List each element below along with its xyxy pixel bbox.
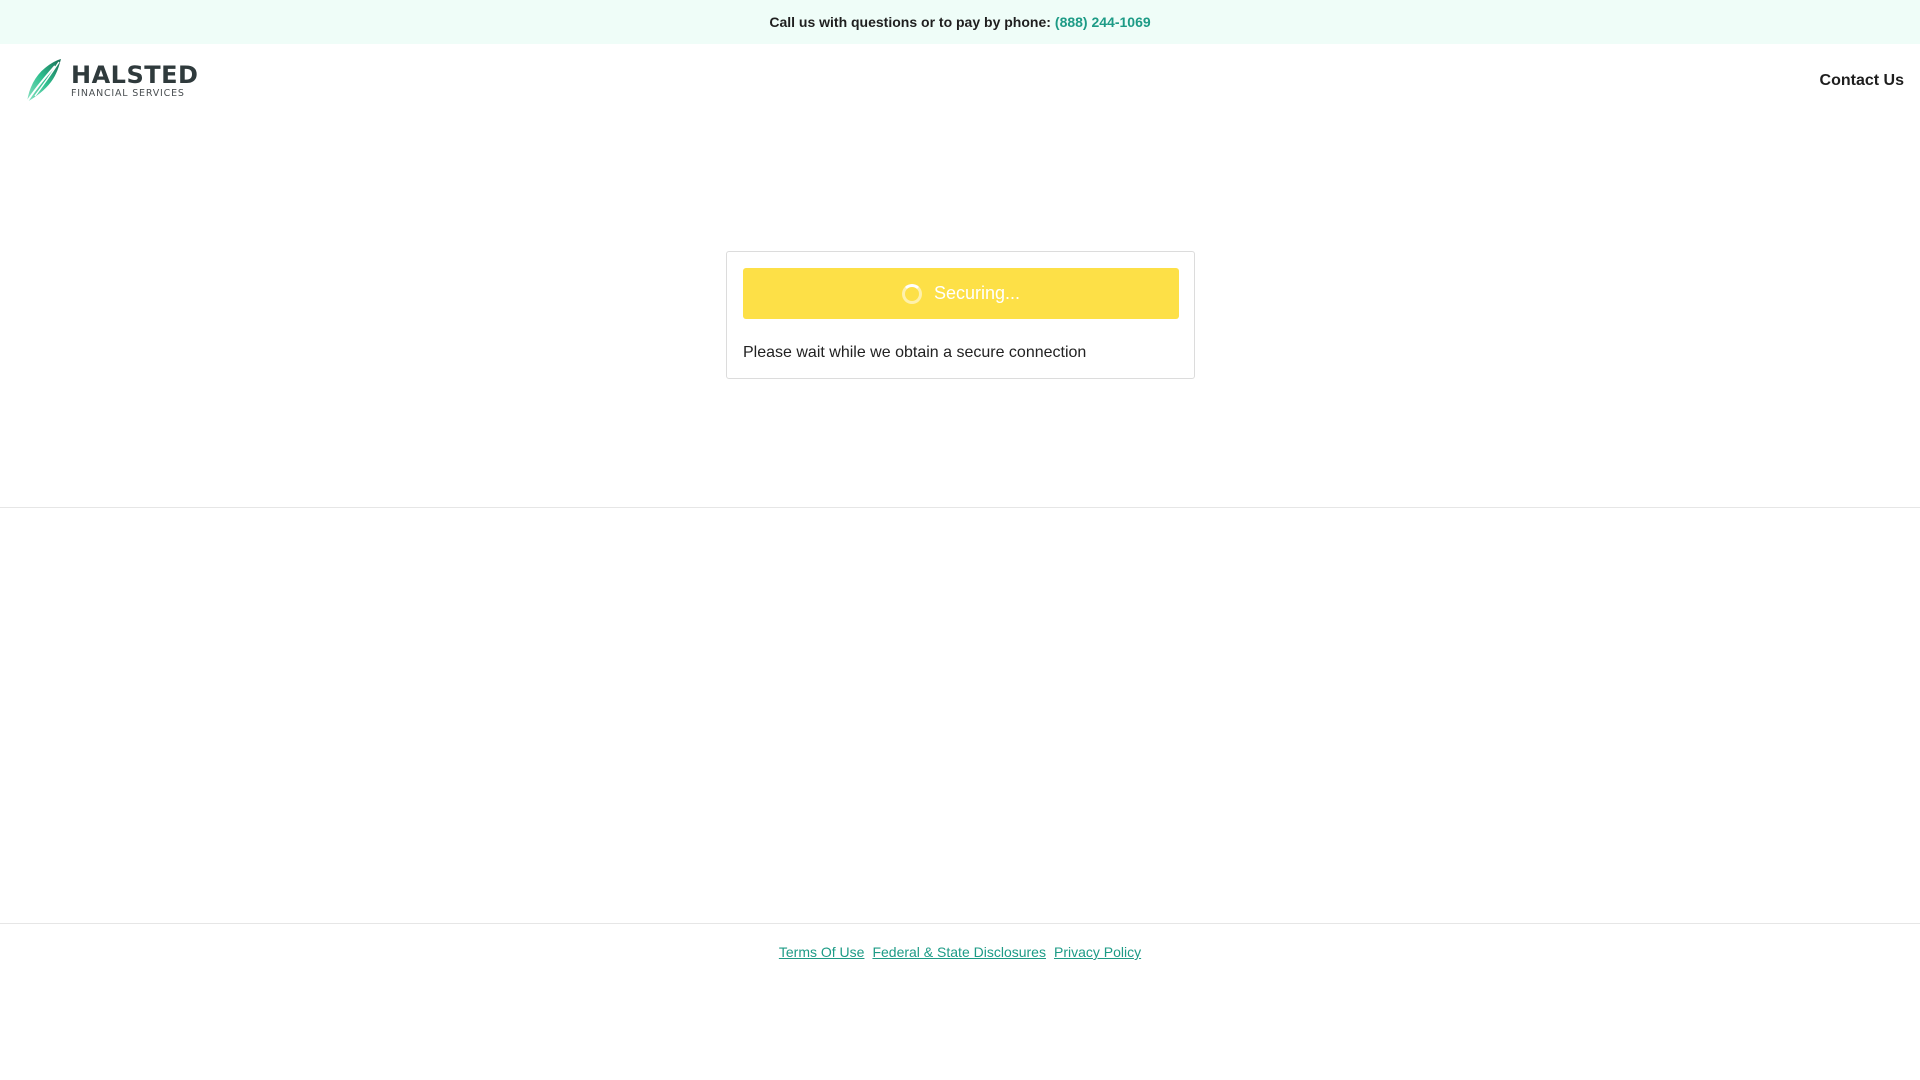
phone-banner-text: Call us with questions or to pay by phon… xyxy=(769,14,1051,30)
securing-button[interactable]: Securing... xyxy=(743,268,1179,319)
leaf-logo-icon xyxy=(26,59,61,103)
phone-banner: Call us with questions or to pay by phon… xyxy=(0,0,1920,44)
logo-subtitle: FINANCIAL SERVICES xyxy=(71,87,185,99)
securing-button-label: Securing... xyxy=(933,283,1021,303)
contact-us-link[interactable]: Contact Us xyxy=(1820,72,1904,90)
logo-name: HALSTED xyxy=(71,60,199,89)
wait-message: Please wait while we obtain a secure con… xyxy=(743,344,1087,361)
footer-links: Terms Of Use Federal & State Disclosures… xyxy=(0,944,1920,960)
logo[interactable]: HALSTED FINANCIAL SERVICES xyxy=(25,58,199,104)
privacy-policy-link[interactable]: Privacy Policy xyxy=(1054,944,1141,960)
secure-connection-card: Securing... Please wait while we obtain … xyxy=(726,251,1195,379)
content-divider xyxy=(0,507,1920,508)
footer-divider xyxy=(0,923,1920,924)
disclosures-link[interactable]: Federal & State Disclosures xyxy=(872,944,1046,960)
spinner-icon xyxy=(901,283,922,304)
terms-of-use-link[interactable]: Terms Of Use xyxy=(779,944,865,960)
site-header: HALSTED FINANCIAL SERVICES Contact Us xyxy=(0,44,1920,120)
phone-link[interactable]: (888) 244-1069 xyxy=(1055,14,1151,30)
